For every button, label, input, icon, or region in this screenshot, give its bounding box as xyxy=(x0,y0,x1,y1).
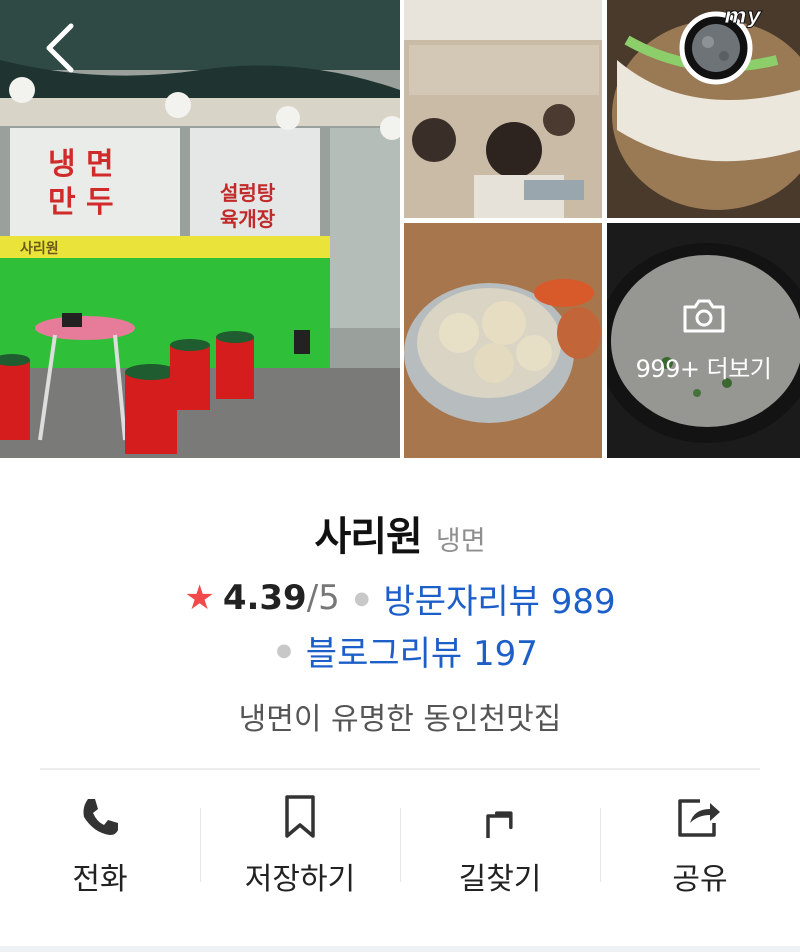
directions-arrow-icon xyxy=(480,792,520,842)
rating-row: ★ 4.39 /5 ● 방문자리뷰 989 xyxy=(0,574,800,623)
place-name: 사리원 xyxy=(314,514,422,560)
my-profile-badge[interactable]: my xyxy=(676,4,770,86)
place-info: 사리원 냉면 ★ 4.39 /5 ● 방문자리뷰 989 ● 블로그리뷰 197… xyxy=(0,504,800,738)
share-button[interactable]: 공유 xyxy=(600,770,800,920)
place-description: 냉면이 유명한 동인천맛집 xyxy=(238,702,562,737)
blog-review-row: ● 블로그리뷰 197 xyxy=(0,626,800,675)
directions-button[interactable]: 길찾기 xyxy=(400,770,600,920)
storefront-window-sign-left: 냉 면 만 두 xyxy=(48,146,114,222)
save-label: 저장하기 xyxy=(244,862,356,897)
call-button[interactable]: 전화 xyxy=(0,770,200,920)
place-category: 냉면 xyxy=(435,526,486,557)
sign-line: 육개장 xyxy=(220,207,276,231)
sign-line: 냉 면 xyxy=(48,147,114,182)
storefront-window-sign-right: 설렁탕 육개장 xyxy=(220,180,275,232)
save-button[interactable]: 저장하기 xyxy=(200,770,400,920)
share-label: 공유 xyxy=(672,862,728,897)
visitor-reviews-link[interactable]: 방문자리뷰 989 xyxy=(384,574,616,623)
camera-icon xyxy=(681,297,727,339)
rating-score: 4.39 xyxy=(222,578,307,618)
separator-dot: ● xyxy=(276,639,292,661)
separator-dot: ● xyxy=(353,587,370,609)
directions-label: 길찾기 xyxy=(458,862,542,897)
chevron-left-icon xyxy=(43,22,77,78)
more-photos-label: 999+ 더보기 xyxy=(635,355,772,383)
dining-room-photo[interactable] xyxy=(404,0,602,218)
my-badge-text: my xyxy=(723,4,762,30)
rating-max: /5 xyxy=(306,578,340,618)
sign-line: 설렁탕 xyxy=(220,181,276,205)
dumpling-photo[interactable] xyxy=(404,223,602,458)
call-label: 전화 xyxy=(72,862,128,897)
storefront-banner-text: 사리원 xyxy=(20,241,59,257)
more-photos-button[interactable]: 999+ 더보기 xyxy=(607,223,800,458)
bottom-strip xyxy=(0,946,800,952)
blog-reviews-link[interactable]: 블로그리뷰 197 xyxy=(306,626,538,675)
star-icon: ★ xyxy=(184,578,215,618)
phone-icon xyxy=(78,792,122,842)
bookmark-icon xyxy=(282,792,318,842)
photo-gallery: 냉 면 만 두 설렁탕 육개장 사리원 my 999+ 더보기 xyxy=(0,0,800,458)
sign-line: 만 두 xyxy=(48,185,114,220)
action-bar: 전화 저장하기 길찾기 공유 xyxy=(0,770,800,920)
back-button[interactable] xyxy=(34,22,86,78)
title-row: 사리원 냉면 xyxy=(0,504,800,560)
share-icon xyxy=(676,792,724,842)
